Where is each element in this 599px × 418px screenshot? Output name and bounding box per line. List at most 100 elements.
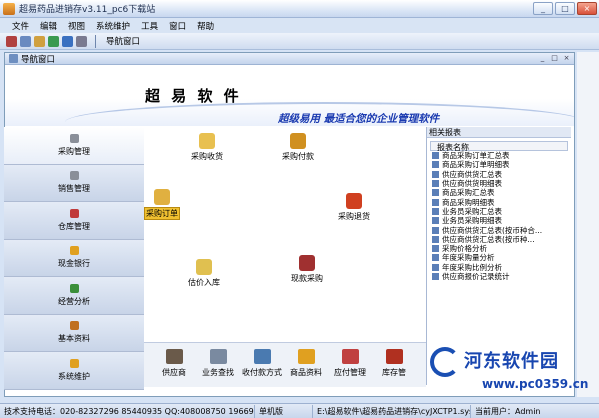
- report-item[interactable]: 供应商供货明细表: [427, 179, 571, 188]
- warehouse-icon: [69, 208, 79, 218]
- watermark-logo-icon: [430, 347, 460, 377]
- report-label: 年度采购量分析: [442, 253, 495, 263]
- flow-node-stock-in[interactable]: 估价入库: [188, 259, 220, 288]
- report-item[interactable]: 商品采购订单汇总表: [427, 151, 571, 160]
- dock-item-payment-method[interactable]: 收付款方式: [240, 343, 284, 387]
- nav-window-controls: _ □ ×: [537, 54, 572, 63]
- stock-in-icon: [196, 259, 212, 275]
- module-sidebar: 采购管理 销售管理 仓库管理 现金银行 经营分析 基本资料 系统维护: [4, 127, 144, 390]
- menu-edit[interactable]: 编辑: [40, 20, 57, 32]
- menu-file[interactable]: 文件: [12, 20, 29, 32]
- report-item[interactable]: 供应商报价记录统计: [427, 272, 571, 281]
- nav-window-titlebar: 导航窗口 _ □ ×: [5, 53, 574, 65]
- dock-item-goods[interactable]: 商品资料: [284, 343, 328, 387]
- dock-item-search[interactable]: 业务查找: [196, 343, 240, 387]
- nav-maximize-button[interactable]: □: [549, 54, 560, 63]
- gear-icon: [69, 133, 79, 143]
- report-label: 商品采购明细表: [442, 197, 495, 207]
- close-button[interactable]: ×: [577, 2, 597, 15]
- sidebar-item-cash[interactable]: 现金银行: [4, 239, 144, 277]
- web-icon[interactable]: [62, 35, 73, 47]
- flow-node-cash-purchase[interactable]: 现款采购: [291, 255, 323, 284]
- nav-window-button[interactable]: 导航窗口: [102, 35, 144, 47]
- sidebar-label: 现金银行: [58, 259, 90, 269]
- report-label: 商品采购订单明细表: [442, 160, 510, 170]
- flow-node-label: 采购订单: [144, 207, 180, 220]
- report-item[interactable]: 商品采购订单明细表: [427, 160, 571, 169]
- watermark-url: www.pc0359.cn: [482, 377, 589, 391]
- flow-node-payment[interactable]: 采购付款: [282, 133, 314, 162]
- settings-icon[interactable]: [76, 35, 87, 47]
- dock-item-inventory[interactable]: 库存管: [372, 343, 416, 387]
- toolbar-separator: [93, 34, 99, 48]
- book-icon: [69, 321, 79, 331]
- sidebar-item-analysis[interactable]: 经营分析: [4, 277, 144, 315]
- report-icon: [432, 152, 439, 160]
- sidebar-item-warehouse[interactable]: 仓库管理: [4, 202, 144, 240]
- report-icon: [432, 189, 439, 197]
- flow-node-receive[interactable]: 采购收货: [191, 133, 223, 162]
- flow-node-label: 采购付款: [282, 152, 314, 161]
- flow-node-return[interactable]: 采购退货: [338, 193, 370, 222]
- paste-icon[interactable]: [34, 35, 45, 47]
- menu-tools[interactable]: 工具: [141, 20, 158, 32]
- dock-item-payable[interactable]: 应付管理: [328, 343, 372, 387]
- report-label: 供应商供货汇总表(按币种合...: [442, 225, 543, 235]
- report-icon: [432, 226, 439, 234]
- menu-help[interactable]: 帮助: [197, 20, 214, 32]
- report-icon: [432, 180, 439, 188]
- report-label: 业务员采购汇总表: [442, 206, 502, 216]
- search-icon: [209, 349, 227, 364]
- copy-icon[interactable]: [20, 35, 31, 47]
- menu-view[interactable]: 视图: [68, 20, 85, 32]
- dock-label: 收付款方式: [242, 368, 282, 377]
- reports-column-header[interactable]: 报表名称: [430, 141, 568, 152]
- receive-icon: [199, 133, 215, 149]
- dock-label: 商品资料: [290, 368, 322, 377]
- payment-icon: [290, 133, 306, 149]
- report-item[interactable]: 商品采购明细表: [427, 197, 571, 207]
- report-item[interactable]: 业务员采购明细表: [427, 216, 571, 225]
- report-icon: [432, 245, 439, 253]
- sidebar-item-basic-data[interactable]: 基本资料: [4, 314, 144, 352]
- quick-dock: 供应商 业务查找 收付款方式 商品资料 应付管理 库存管: [144, 342, 426, 387]
- report-item[interactable]: 供应商供货汇总表(按币种...: [427, 235, 571, 244]
- dock-item-supplier[interactable]: 供应商: [152, 343, 196, 387]
- flow-node-order[interactable]: 采购订单: [144, 189, 180, 220]
- status-user: 当前用户：Admin: [475, 406, 541, 416]
- sidebar-item-system[interactable]: 系统维护: [4, 352, 144, 390]
- menu-system[interactable]: 系统维护: [96, 20, 130, 32]
- sidebar-item-sales[interactable]: 销售管理: [4, 164, 144, 202]
- chart-icon: [69, 283, 79, 293]
- sidebar-item-purchase[interactable]: 采购管理: [4, 127, 144, 165]
- app-icon: [3, 2, 15, 15]
- goods-icon: [297, 349, 315, 364]
- report-item[interactable]: 年度采购比例分析: [427, 263, 571, 272]
- refresh-icon[interactable]: [48, 35, 59, 47]
- report-item[interactable]: 供应商供货汇总表: [427, 170, 571, 179]
- menu-window[interactable]: 窗口: [169, 20, 186, 32]
- flow-node-label: 现款采购: [291, 274, 323, 283]
- banner: 超 易 软 件 超级易用 最适合您的企业管理软件: [5, 66, 574, 126]
- maximize-button[interactable]: □: [555, 2, 575, 15]
- watermark: 河东软件园 www.pc0359.cn: [426, 345, 596, 405]
- report-item[interactable]: 商品采购汇总表: [427, 188, 571, 197]
- report-label: 商品采购汇总表: [442, 188, 495, 198]
- minimize-button[interactable]: _: [533, 2, 553, 15]
- report-item[interactable]: 采购价格分析: [427, 244, 571, 253]
- nav-window-title: 导航窗口: [21, 54, 56, 65]
- flow-node-label: 采购退货: [338, 212, 370, 221]
- report-label: 供应商供货明细表: [442, 179, 502, 189]
- cash-icon: [69, 246, 79, 256]
- nav-minimize-button[interactable]: _: [537, 54, 548, 63]
- report-item[interactable]: 年度采购量分析: [427, 253, 571, 262]
- sidebar-label: 系统维护: [58, 371, 90, 381]
- dock-label: 应付管理: [334, 368, 366, 377]
- report-item[interactable]: 业务员采购汇总表: [427, 207, 571, 216]
- nav-close-button[interactable]: ×: [561, 54, 572, 63]
- cut-icon[interactable]: [6, 35, 17, 47]
- menu-bar: 文件 编辑 视图 系统维护 工具 窗口 帮助: [0, 18, 599, 33]
- sidebar-label: 销售管理: [58, 184, 90, 194]
- report-icon: [432, 198, 439, 206]
- report-item[interactable]: 供应商供货汇总表(按币种合...: [427, 225, 571, 235]
